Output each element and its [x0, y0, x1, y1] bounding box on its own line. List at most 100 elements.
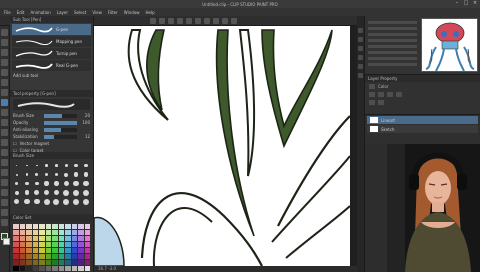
color-swatch[interactable] [19, 266, 25, 271]
color-swatch[interactable] [58, 242, 64, 247]
color-swatch[interactable] [78, 224, 84, 229]
color-swatch[interactable] [26, 254, 32, 259]
color-swatch[interactable] [71, 242, 77, 247]
color-swatch[interactable] [65, 248, 71, 253]
balloon-tool-icon[interactable] [1, 209, 8, 216]
brush-size-preset[interactable] [62, 162, 70, 169]
pencil-tool-icon[interactable] [1, 109, 8, 116]
nav-row[interactable] [368, 45, 417, 48]
stabilization-row[interactable]: Stabilization 12 [10, 133, 93, 140]
color-swatch[interactable] [52, 242, 58, 247]
brush-size-preset[interactable] [82, 198, 90, 205]
brush-size-preset[interactable] [33, 180, 41, 187]
brush-size-preset[interactable] [53, 162, 61, 169]
color-swatch[interactable] [45, 254, 51, 259]
brush-size-preset[interactable] [33, 189, 41, 196]
color-swatch[interactable] [71, 236, 77, 241]
opacity-row[interactable]: Opacity 100 [10, 119, 93, 126]
close-icon[interactable]: × [472, 1, 478, 6]
expression-color-row[interactable]: Color [365, 82, 480, 90]
color-swatch[interactable] [19, 254, 25, 259]
brush-size-preset[interactable] [33, 198, 41, 205]
airbrush-tool-icon[interactable] [1, 129, 8, 136]
auto-select-icon[interactable] [1, 79, 8, 86]
open-icon[interactable] [159, 17, 165, 24]
color-swatch[interactable] [45, 260, 51, 265]
menu-filter[interactable]: Filter [108, 10, 118, 15]
brush-item[interactable]: Real G-pen [12, 60, 91, 71]
color-swatch[interactable] [84, 236, 90, 241]
color-swatch[interactable] [45, 236, 51, 241]
brush-size-preset[interactable] [53, 189, 61, 196]
color-swatch[interactable] [19, 224, 25, 229]
color-swatch[interactable] [19, 230, 25, 235]
color-swatch[interactable] [78, 254, 84, 259]
color-swatch[interactable] [45, 242, 51, 247]
eraser-tool-icon[interactable] [1, 149, 8, 156]
color-swatch[interactable] [26, 236, 32, 241]
color-swatch[interactable] [78, 260, 84, 265]
color-swatch[interactable] [45, 224, 51, 229]
color-swatch[interactable] [13, 236, 19, 241]
color-swatch[interactable] [52, 248, 58, 253]
brush-size-preset[interactable] [53, 198, 61, 205]
brush-size-preset[interactable] [43, 180, 51, 187]
color-swatch[interactable] [65, 242, 71, 247]
brush-size-preset[interactable] [43, 171, 51, 178]
color-swatch[interactable] [26, 266, 32, 271]
color-swatch[interactable] [52, 266, 58, 271]
brush-item[interactable]: G-pen [12, 24, 91, 35]
color-swatch[interactable] [65, 254, 71, 259]
brush-item[interactable]: Turnip pen [12, 48, 91, 59]
color-swatch[interactable] [71, 260, 77, 265]
color-swatch[interactable] [13, 230, 19, 235]
brush-tool-icon[interactable] [1, 119, 8, 126]
color-swatch[interactable] [45, 248, 51, 253]
color-swatch[interactable] [13, 242, 19, 247]
text-tool-icon[interactable] [1, 199, 8, 206]
color-swatch[interactable] [71, 254, 77, 259]
clear-icon[interactable] [195, 17, 201, 24]
brush-size-preset[interactable] [72, 189, 80, 196]
color-swatch[interactable] [32, 230, 38, 235]
color-swatch[interactable] [52, 236, 58, 241]
color-swatch[interactable] [58, 224, 64, 229]
color-swatch[interactable] [26, 224, 32, 229]
brush-size-preset[interactable] [82, 189, 90, 196]
color-swatch[interactable] [52, 224, 58, 229]
color-swatch[interactable] [13, 266, 19, 271]
color-swatch[interactable] [71, 224, 77, 229]
color-swatch[interactable] [78, 266, 84, 271]
brush-size-row[interactable]: Brush Size 20 [10, 112, 93, 119]
color-swatch[interactable] [19, 236, 25, 241]
correct-line-icon[interactable] [1, 219, 8, 226]
nav-row[interactable] [368, 21, 417, 24]
color-swatch[interactable] [52, 260, 58, 265]
color-swatch[interactable] [84, 254, 90, 259]
color-swatch[interactable] [78, 242, 84, 247]
brush-size-preset[interactable] [43, 162, 51, 169]
figure-tool-icon[interactable] [1, 189, 8, 196]
effect-icon[interactable] [387, 91, 393, 97]
brush-size-preset[interactable] [13, 180, 21, 187]
brush-size-preset[interactable] [53, 171, 61, 178]
gradient-tool-icon[interactable] [1, 179, 8, 186]
eyedropper-icon[interactable] [1, 89, 8, 96]
panel-toggle-icon[interactable] [358, 73, 363, 78]
color-swatch[interactable] [71, 266, 77, 271]
color-swatch[interactable] [39, 224, 45, 229]
brush-size-preset[interactable] [72, 171, 80, 178]
brush-size-preset[interactable] [23, 180, 31, 187]
color-swatch[interactable] [32, 242, 38, 247]
color-swatch[interactable] [58, 236, 64, 241]
color-swatch[interactable] [39, 242, 45, 247]
brush-size-preset[interactable] [82, 171, 90, 178]
panel-toggle-icon[interactable] [358, 64, 363, 69]
zoom-tool-icon[interactable] [1, 29, 8, 36]
transform-icon[interactable] [204, 17, 210, 24]
operation-tool-icon[interactable] [1, 49, 8, 56]
sub-color-swatch[interactable] [3, 238, 10, 245]
color-swatch[interactable] [26, 230, 32, 235]
color-swatch[interactable] [13, 260, 19, 265]
new-icon[interactable] [150, 17, 156, 24]
